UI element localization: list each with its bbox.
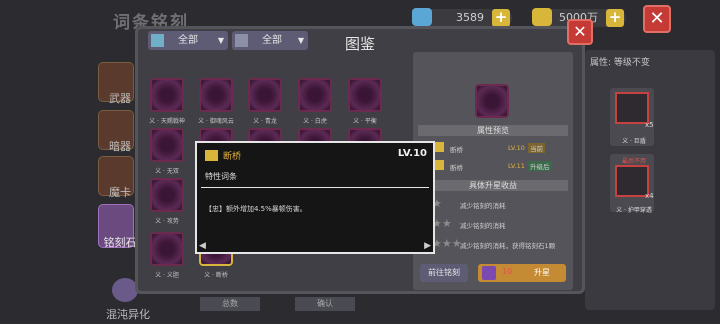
codex-item-label: 义 · 攻势 (155, 218, 179, 225)
crown-icon (235, 34, 248, 47)
codex-item-label: 义 · 青龙 (253, 118, 277, 125)
tooltip-section-title: 特性词条 (205, 172, 237, 181)
codex-item-label: 义 · 天赐戟神 (149, 118, 185, 125)
card-item-icon (615, 92, 649, 124)
upgrade-cost: 10 (502, 267, 513, 276)
filter-type-label: 全部 (178, 35, 198, 46)
gold-coin-icon (532, 8, 552, 26)
card-count: x5 (645, 121, 654, 129)
tooltip-effect: 【忠】额外增加4.5%暴顿伤害。 (205, 205, 307, 213)
benefit-text: 减少铭刻的消耗 (460, 222, 506, 230)
preview-row-tag: 当前 (528, 143, 545, 153)
bottom-left-button[interactable]: 总数 (200, 297, 260, 311)
plus-icon[interactable]: + (492, 9, 510, 27)
arrow-left-icon[interactable]: ◀ (199, 241, 206, 251)
card-item-icon (615, 165, 649, 197)
chevron-down-icon: ▼ (297, 36, 304, 45)
preview-row-tag: 升级后 (528, 161, 552, 171)
tab-hidden-weapon-label: 暗器 (109, 140, 131, 153)
close-icon[interactable]: ✕ (567, 19, 593, 45)
codex-item-label: 义 · 白虎 (303, 118, 327, 125)
filter-dropdown-type[interactable]: 全部 ▼ (148, 31, 228, 50)
selected-item-icon (475, 84, 509, 118)
card-count: x4 (645, 192, 654, 200)
grid-icon (151, 34, 164, 47)
chevron-down-icon: ▼ (217, 36, 224, 45)
preview-header: 属性预览 (418, 125, 568, 136)
codex-item[interactable] (150, 178, 184, 212)
tooltip-level: LV.10 (397, 148, 427, 159)
benefit-text: 减少铭刻的消耗 (460, 202, 506, 210)
filter-dropdown-quality[interactable]: 全部 ▼ (232, 31, 308, 50)
benefit-text: 减少铭刻的消耗，获得铭刻石1颗 (460, 242, 556, 250)
preview-row-level: LV.10 (508, 144, 525, 152)
close-icon[interactable]: ✕ (643, 5, 671, 33)
crystal-icon (412, 8, 432, 26)
bottom-right-button[interactable]: 确认 (295, 297, 355, 311)
preview-row-name: 断桥 (450, 164, 463, 172)
codex-item-label: 义 · 御魂风云 (198, 118, 234, 125)
tab-card-label: 魔卡 (109, 186, 131, 199)
card-badge: 最后不用 (621, 158, 646, 165)
tab-inscription-stone-label: 铭刻石 (103, 236, 137, 249)
star-icon: ★★★ (432, 237, 462, 250)
codex-item[interactable] (248, 78, 282, 112)
tab-chaos-label: 混沌异化 (106, 308, 150, 321)
codex-item[interactable] (150, 78, 184, 112)
goto-inscription-button[interactable]: 前往铭刻 (420, 264, 468, 282)
codex-item-label: 义 · 无双 (155, 168, 179, 175)
currency-crystal-value: 3589 (456, 11, 484, 24)
crown-icon (205, 150, 218, 161)
codex-item-label: 义 · 平衡 (353, 118, 377, 125)
upgrade-button[interactable]: 10 升星 (478, 264, 566, 282)
codex-item[interactable] (348, 78, 382, 112)
upgrade-label: 升星 (534, 268, 550, 277)
card-label: 义 · 巨盾 (622, 138, 646, 145)
codex-item[interactable] (150, 232, 184, 266)
tooltip-item-name: 断桥 (223, 152, 242, 162)
filter-quality-label: 全部 (262, 35, 282, 46)
tooltip-popup: 断桥 LV.10 特性词条 【忠】额外增加4.5%暴顿伤害。 ◀ ▶ (195, 141, 435, 254)
codex-item[interactable] (150, 128, 184, 162)
tooltip-divider (201, 187, 429, 188)
currency-crystal: 3589 + (412, 8, 512, 27)
right-header: 属性: 等级不变 (590, 58, 650, 68)
tab-weapon-label: 武器 (109, 92, 131, 105)
codex-item[interactable] (298, 78, 332, 112)
preview-row-level: LV.11 (508, 162, 525, 170)
codex-item-label: 义 · 义胆 (155, 272, 179, 279)
codex-item[interactable] (199, 78, 233, 112)
plus-icon[interactable]: + (606, 9, 624, 27)
stone-icon (482, 266, 496, 280)
card-label: 义 · 护甲穿透 (616, 207, 652, 214)
upgrade-header: 具体升星收益 (418, 180, 568, 191)
codex-item-label: 义 · 断桥 (204, 272, 228, 279)
preview-row-name: 断桥 (450, 146, 463, 154)
arrow-right-icon[interactable]: ▶ (424, 241, 431, 251)
